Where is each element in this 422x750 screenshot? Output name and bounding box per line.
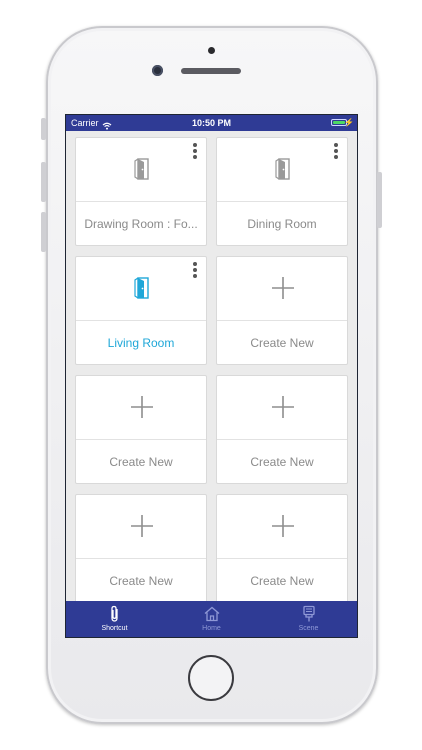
paperclip-icon (110, 605, 118, 622)
tile-icon-area (217, 257, 347, 321)
room-tile[interactable]: Drawing Room : Fo... (75, 137, 207, 246)
plus-icon (131, 515, 153, 537)
create-new-tile[interactable]: Create New (216, 494, 348, 603)
scene-icon (302, 605, 315, 622)
more-options-icon[interactable] (192, 143, 198, 161)
tile-label: Living Room (107, 336, 175, 350)
charging-icon: ⚡ (344, 118, 354, 127)
tile-icon-area (76, 138, 206, 202)
create-new-tile[interactable]: Create New (75, 494, 207, 603)
tile-label: Create New (250, 455, 314, 469)
tile-label: Create New (109, 455, 173, 469)
tab-home[interactable]: Home (163, 601, 260, 637)
tile-label: Create New (250, 336, 314, 350)
room-tile[interactable]: Living Room (75, 256, 207, 365)
plus-icon (272, 277, 294, 299)
tab-shortcut[interactable]: Shortcut (66, 601, 163, 637)
plus-icon (272, 515, 294, 537)
tab-bar: Shortcut Home Scene (66, 601, 357, 637)
door-icon (132, 158, 152, 180)
power-button (377, 172, 382, 228)
proximity-sensor (208, 47, 215, 54)
tile-icon-area (217, 495, 347, 559)
tile-label: Create New (109, 574, 173, 588)
tile-icon-area (76, 376, 206, 440)
tile-icon-area (217, 376, 347, 440)
tab-scene[interactable]: Scene (260, 601, 357, 637)
status-time: 10:50 PM (191, 118, 232, 128)
tile-icon-area (217, 138, 347, 202)
tile-label: Drawing Room : Fo... (84, 217, 198, 231)
shortcut-grid: Drawing Room : Fo... Dining Room Living Ro… (66, 131, 357, 603)
door-icon (132, 277, 152, 299)
tile-icon-area (76, 257, 206, 321)
tab-shortcut-label: Shortcut (101, 625, 128, 632)
earpiece-speaker (181, 68, 241, 74)
room-tile[interactable]: Dining Room (216, 137, 348, 246)
door-icon (273, 158, 293, 180)
tile-icon-area (76, 495, 206, 559)
status-bar: Carrier 10:50 PM ⚡ (66, 115, 357, 131)
plus-icon (131, 396, 153, 418)
app-screen: Carrier 10:50 PM ⚡ Drawing Room : Fo... D… (65, 114, 358, 638)
tab-home-label: Home (202, 625, 221, 632)
create-new-tile[interactable]: Create New (216, 375, 348, 484)
more-options-icon[interactable] (333, 143, 339, 161)
home-icon (204, 606, 219, 622)
mute-switch (41, 118, 46, 140)
create-new-tile[interactable]: Create New (216, 256, 348, 365)
tab-scene-label: Scene (298, 625, 319, 632)
volume-up-button (41, 162, 46, 202)
tile-label: Create New (250, 574, 314, 588)
plus-icon (272, 396, 294, 418)
volume-down-button (41, 212, 46, 252)
tile-label: Dining Room (247, 217, 317, 231)
front-camera (152, 65, 163, 76)
create-new-tile[interactable]: Create New (75, 375, 207, 484)
more-options-icon[interactable] (192, 262, 198, 280)
home-button[interactable] (188, 655, 234, 701)
